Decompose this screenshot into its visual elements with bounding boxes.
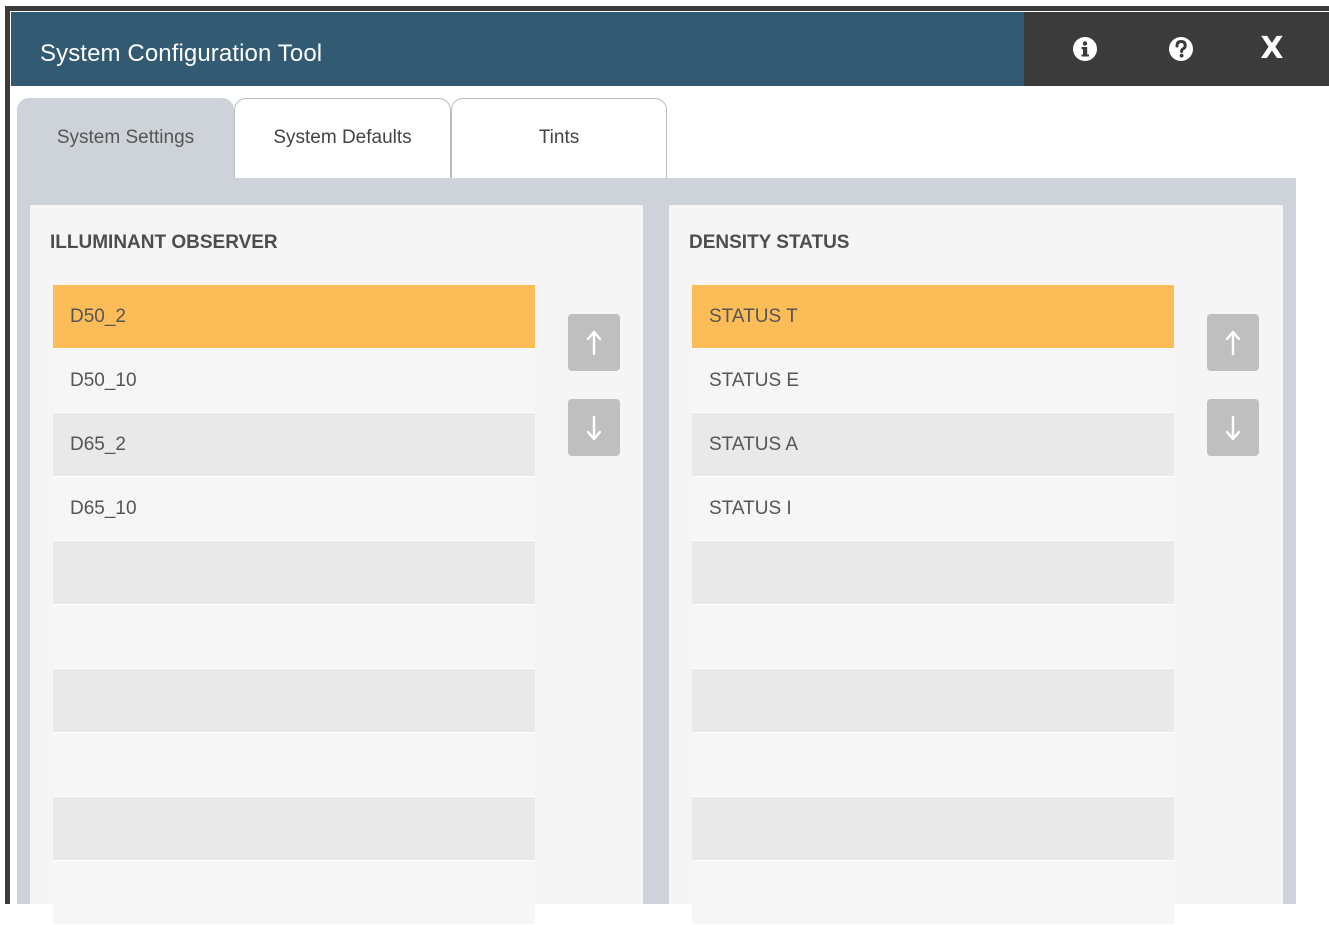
tab-tints[interactable]: Tints: [451, 98, 667, 180]
move-down-button[interactable]: [568, 399, 620, 456]
empty-row: [53, 605, 535, 669]
arrow-down-icon: [586, 415, 602, 440]
list-item[interactable]: STATUS A: [692, 413, 1174, 477]
illuminant-observer-panel: ILLUMINANT OBSERVER D50_2 D50_10 D65_2 D…: [30, 205, 643, 925]
arrow-up-icon: [586, 330, 602, 355]
tab-label: System Settings: [56, 127, 195, 148]
list-item[interactable]: STATUS I: [692, 477, 1174, 541]
empty-row: [692, 733, 1174, 797]
info-icon: [1073, 37, 1097, 61]
arrow-down-icon: [1225, 415, 1241, 440]
close-button[interactable]: X: [1255, 32, 1289, 66]
arrow-up-icon: [1225, 330, 1241, 355]
app-title: System Configuration Tool: [40, 40, 323, 67]
empty-row: [53, 861, 535, 925]
list-item[interactable]: STATUS E: [692, 349, 1174, 413]
empty-row: [692, 861, 1174, 925]
tab-label: System Defaults: [273, 127, 412, 148]
panel-title: DENSITY STATUS: [689, 232, 850, 253]
info-button[interactable]: [1068, 32, 1102, 66]
help-icon: [1169, 37, 1193, 61]
density-status-panel: DENSITY STATUS STATUS T STATUS E STATUS …: [669, 205, 1283, 925]
tab-system-defaults[interactable]: System Defaults: [234, 98, 451, 180]
panel-title: ILLUMINANT OBSERVER: [50, 232, 278, 253]
settings-content: ILLUMINANT OBSERVER D50_2 D50_10 D65_2 D…: [17, 178, 1296, 925]
title-bar-actions: X: [1024, 12, 1329, 86]
move-up-button[interactable]: [568, 314, 620, 371]
list-item[interactable]: D50_2: [53, 285, 535, 349]
empty-row: [53, 733, 535, 797]
close-icon: X: [1260, 31, 1284, 66]
density-list: STATUS T STATUS E STATUS A STATUS I: [692, 285, 1174, 925]
list-item[interactable]: D65_10: [53, 477, 535, 541]
empty-row: [692, 669, 1174, 733]
illuminant-list: D50_2 D50_10 D65_2 D65_10: [53, 285, 535, 925]
tab-label: Tints: [538, 127, 580, 148]
empty-row: [692, 605, 1174, 669]
empty-row: [53, 797, 535, 861]
help-button[interactable]: [1164, 32, 1198, 66]
empty-row: [53, 669, 535, 733]
move-down-button[interactable]: [1207, 399, 1259, 456]
tab-system-settings[interactable]: System Settings: [17, 98, 234, 180]
empty-row: [692, 541, 1174, 605]
list-item[interactable]: D65_2: [53, 413, 535, 477]
empty-row: [692, 797, 1174, 861]
empty-row: [53, 541, 535, 605]
move-up-button[interactable]: [1207, 314, 1259, 371]
list-item[interactable]: STATUS T: [692, 285, 1174, 349]
title-bar: System Configuration Tool: [11, 12, 1024, 86]
list-item[interactable]: D50_10: [53, 349, 535, 413]
